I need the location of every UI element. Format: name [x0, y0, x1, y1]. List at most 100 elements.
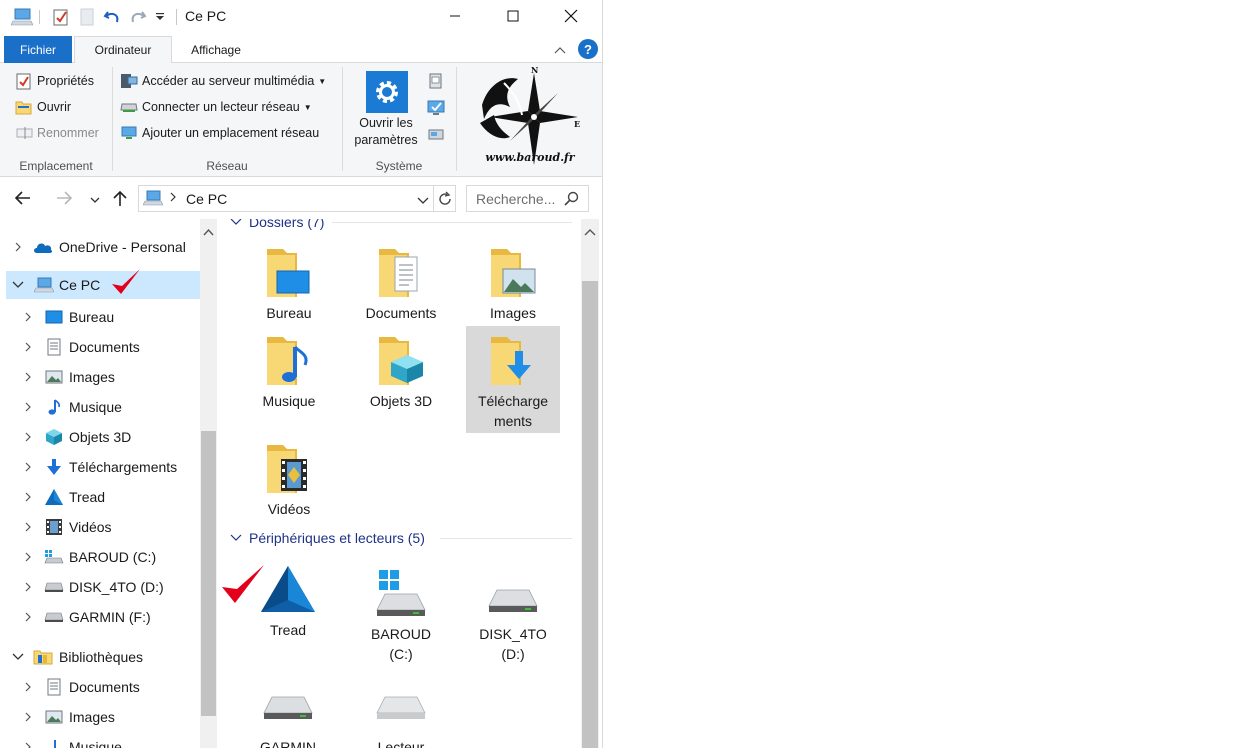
refresh-icon[interactable] — [437, 191, 453, 207]
chevron-right-icon[interactable] — [22, 431, 34, 443]
chevron-right-icon[interactable] — [22, 551, 34, 563]
tile-label-line2: ments — [493, 413, 533, 429]
folder-tile-videos[interactable]: Vidéos — [242, 439, 336, 519]
chevron-right-icon[interactable] — [22, 611, 34, 623]
recent-locations-chevron-icon[interactable] — [90, 193, 102, 205]
tree-item-bureau[interactable]: Bureau — [0, 303, 198, 331]
tree-label: OneDrive - Personal — [59, 239, 186, 255]
tree-item-documents[interactable]: Documents — [0, 333, 198, 361]
chevron-right-icon[interactable] — [22, 401, 34, 413]
device-tile-garmin[interactable]: GARMIN — [241, 677, 335, 748]
tree-item-musique[interactable]: Musique — [0, 393, 198, 421]
back-button[interactable] — [14, 190, 36, 208]
open-button[interactable]: Ouvrir — [15, 96, 71, 118]
manage-icon[interactable] — [427, 126, 445, 144]
folder-tile-bureau[interactable]: Bureau — [242, 243, 336, 323]
undo-icon[interactable] — [101, 7, 123, 27]
drive-c-icon — [44, 547, 64, 567]
close-button[interactable] — [542, 0, 600, 32]
tree-item-baroud-c[interactable]: BAROUD (C:) — [0, 543, 198, 571]
tree-item-garmin-f[interactable]: GARMIN (F:) — [0, 603, 198, 631]
chevron-right-icon[interactable] — [22, 491, 34, 503]
chevron-right-icon[interactable] — [22, 681, 34, 693]
collapse-ribbon-icon[interactable] — [552, 42, 568, 58]
chevron-right-icon[interactable] — [22, 311, 34, 323]
breadcrumb-this-pc[interactable]: Ce PC — [186, 191, 227, 207]
tree-item-lib-images[interactable]: Images — [0, 703, 198, 731]
rename-button[interactable]: Renommer — [15, 122, 99, 144]
tree-item-telechargements[interactable]: Téléchargements — [0, 453, 198, 481]
content-scrollbar[interactable] — [581, 219, 599, 748]
devices-section-header[interactable]: Périphériques et lecteurs (5) — [230, 528, 425, 548]
customize-toolbar-icon[interactable] — [153, 7, 167, 27]
content-scrollbar-thumb[interactable] — [582, 281, 598, 748]
chevron-right-icon[interactable] — [22, 521, 34, 533]
address-dropdown-icon[interactable] — [417, 194, 429, 204]
chevron-right-icon[interactable] — [22, 581, 34, 593]
tree-item-lib-musique[interactable]: Musique — [0, 733, 198, 748]
breadcrumb-chevron-icon[interactable] — [169, 191, 179, 205]
tree-item-tread[interactable]: Tread — [0, 483, 198, 511]
music-icon — [44, 737, 64, 748]
new-folder-quick-icon[interactable] — [76, 7, 98, 27]
help-icon[interactable]: ? — [578, 39, 598, 59]
tile-label: Images — [490, 305, 536, 321]
folders-section-header[interactable]: Dossiers (7) — [230, 219, 324, 232]
tree-item-lib-documents[interactable]: Documents — [0, 673, 198, 701]
tab-fichier[interactable]: Fichier — [4, 36, 72, 63]
chevron-down-icon[interactable] — [12, 279, 24, 291]
folder-tile-musique[interactable]: Musique — [242, 331, 336, 411]
this-pc-icon[interactable] — [8, 7, 36, 27]
properties-button[interactable]: Propriétés — [15, 70, 94, 92]
documents-icon — [44, 677, 64, 697]
tab-affichage[interactable]: Affichage — [176, 36, 256, 63]
tree-item-videos[interactable]: Vidéos — [0, 513, 198, 541]
system-properties-icon[interactable] — [427, 99, 445, 117]
group-separator — [456, 67, 457, 171]
network-drive-icon — [120, 98, 138, 116]
folder-tile-objets-3d[interactable]: Objets 3D — [354, 331, 448, 411]
chevron-right-icon[interactable] — [12, 241, 24, 253]
tree-item-images[interactable]: Images — [0, 363, 198, 391]
device-tile-lecteur[interactable]: Lecteur — [354, 677, 448, 748]
device-tile-baroud-c[interactable]: BAROUD (C:) — [354, 564, 448, 662]
map-network-drive-button[interactable]: Connecter un lecteur réseau ▼ — [120, 96, 312, 118]
tree-item-objets-3d[interactable]: Objets 3D — [0, 423, 198, 451]
tree-label: Musique — [69, 399, 122, 415]
device-tile-disk-4to[interactable]: DISK_4TO (D:) — [466, 564, 560, 662]
scroll-up-icon[interactable] — [584, 225, 596, 236]
search-box[interactable]: Recherche... — [466, 185, 589, 212]
tree-item-this-pc[interactable]: Ce PC — [6, 269, 204, 299]
chevron-right-icon[interactable] — [22, 371, 34, 383]
tree-item-disk-4to[interactable]: DISK_4TO (D:) — [0, 573, 198, 601]
chevron-right-icon[interactable] — [22, 711, 34, 723]
tab-ordinateur[interactable]: Ordinateur — [74, 36, 172, 64]
redo-icon[interactable] — [127, 7, 149, 27]
add-network-location-button[interactable]: Ajouter un emplacement réseau — [120, 122, 319, 144]
folder-tile-telechargements[interactable]: Télécharge ments — [466, 326, 560, 433]
address-bar[interactable]: Ce PC — [138, 185, 456, 212]
maximize-button[interactable] — [484, 0, 542, 32]
scroll-up-icon[interactable] — [203, 225, 214, 236]
uninstall-program-icon[interactable] — [427, 72, 445, 90]
folder-tile-documents[interactable]: Documents — [354, 243, 448, 323]
media-server-button[interactable]: Accéder au serveur multimédia ▼ — [120, 70, 326, 92]
chevron-right-icon[interactable] — [22, 741, 34, 748]
nav-scrollbar-thumb[interactable] — [201, 431, 216, 716]
up-button[interactable] — [112, 189, 132, 209]
group-systeme: Ouvrir les paramètres Système — [343, 63, 455, 177]
nav-pane-scrollbar[interactable] — [200, 219, 217, 748]
tree-item-bibliotheques[interactable]: Bibliothèques — [0, 643, 198, 671]
chevron-right-icon[interactable] — [22, 461, 34, 473]
chevron-down-icon[interactable] — [12, 651, 24, 663]
tile-label: Bureau — [266, 305, 312, 321]
open-settings-button[interactable]: Ouvrir les paramètres — [349, 69, 423, 151]
tree-label: Tread — [69, 489, 106, 505]
search-icon[interactable] — [564, 191, 580, 207]
properties-quick-icon[interactable] — [50, 7, 72, 27]
chevron-right-icon[interactable] — [22, 341, 34, 353]
tree-item-onedrive[interactable]: OneDrive - Personal — [0, 233, 198, 261]
folder-tile-images[interactable]: Images — [466, 243, 560, 323]
minimize-button[interactable] — [426, 0, 484, 32]
forward-button[interactable] — [55, 190, 77, 208]
